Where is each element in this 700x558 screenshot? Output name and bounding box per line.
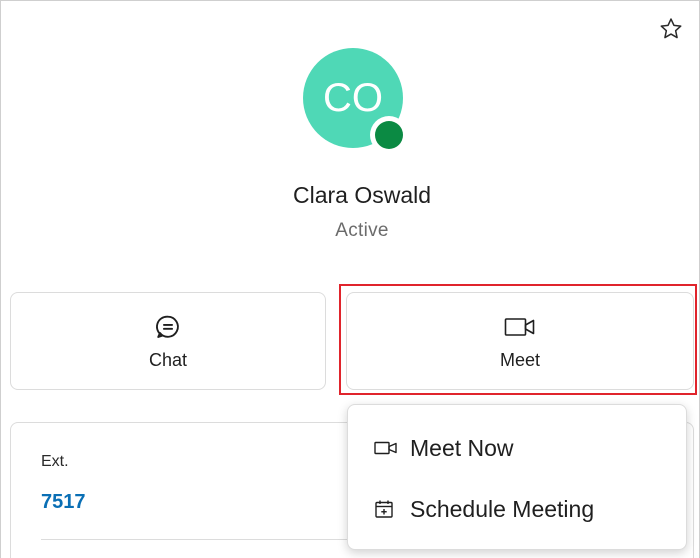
favorite-star-button[interactable] (655, 13, 687, 45)
video-camera-icon (504, 317, 535, 336)
star-outline-icon (660, 18, 682, 39)
ext-number-link[interactable]: 7517 (41, 491, 86, 514)
meet-dropdown-menu: Meet Now Schedule Meeting (347, 404, 687, 550)
contact-panel: CO Clara Oswald Active Chat Meet Ext. 75… (0, 0, 700, 558)
contact-status: Active (335, 220, 389, 241)
menu-item-schedule-meeting[interactable]: Schedule Meeting (348, 485, 686, 533)
presence-active-dot (375, 121, 403, 149)
avatar: CO (303, 48, 408, 154)
video-camera-icon (374, 440, 400, 456)
meet-label: Meet (499, 349, 541, 370)
calendar-add-icon (374, 499, 400, 519)
ext-label: Ext. (41, 453, 69, 470)
chat-button[interactable]: Chat (10, 292, 326, 390)
presence-indicator (370, 116, 408, 154)
chat-label: Chat (148, 349, 188, 370)
contact-name: Clara Oswald (292, 182, 432, 208)
menu-item-label: Meet Now (410, 434, 514, 461)
chat-bubble-icon (156, 315, 179, 338)
meet-button[interactable]: Meet (346, 292, 694, 390)
divider (41, 539, 371, 540)
menu-item-label: Schedule Meeting (410, 495, 595, 522)
menu-item-meet-now[interactable]: Meet Now (348, 424, 686, 472)
